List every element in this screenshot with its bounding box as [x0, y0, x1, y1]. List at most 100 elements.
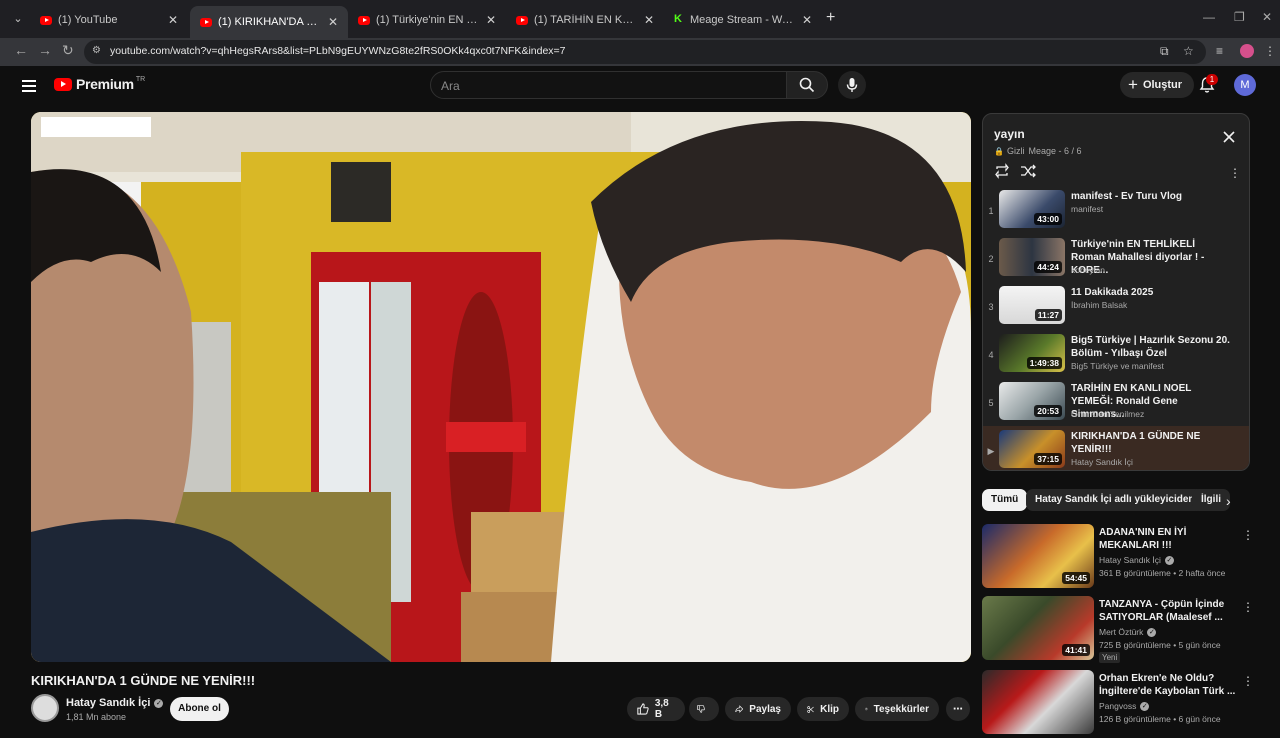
playlist-item-channel: İbrahim Balsak	[1071, 300, 1128, 310]
browser-profile-icon[interactable]	[1240, 44, 1254, 58]
playlist-item-current[interactable]: ▶ 37:15 KIRIKHAN'DA 1 GÜNDE NE YENİR!!! …	[983, 426, 1249, 470]
chip-all[interactable]: Tümü	[982, 489, 1028, 511]
tab-video-2[interactable]: (1) Türkiye'nin EN TEHLİKELİ Ro ✕	[348, 8, 506, 32]
playlist-item-index: 1	[988, 206, 994, 216]
create-label: Oluştur	[1142, 79, 1183, 91]
logo-country-code: TR	[135, 76, 146, 83]
tab-youtube-home[interactable]: (1) YouTube ✕	[30, 8, 188, 32]
bookmark-star-icon[interactable]: ☆	[1183, 44, 1194, 58]
playlist-item[interactable]: 4 1:49:38 Big5 Türkiye | Hazırlık Sezonu…	[983, 330, 1249, 378]
duration-badge: 44:24	[1034, 261, 1062, 273]
playlist-item[interactable]: 2 44:24 Türkiye'nin EN TEHLİKELİ Roman M…	[983, 234, 1249, 282]
more-vert-icon[interactable]: ⋮	[1242, 600, 1254, 614]
chip-from-uploader[interactable]: Hatay Sandık İçi adlı yükleyiciden	[1026, 489, 1204, 511]
super-thanks-icon: $	[865, 707, 868, 711]
account-avatar[interactable]: M	[1234, 74, 1256, 96]
back-icon[interactable]: ←	[14, 42, 28, 58]
recommended-video[interactable]: 54:45 ADANA'NIN EN İYİ MEKANLARI !!! Hat…	[982, 524, 1254, 592]
reload-icon[interactable]: ↻	[62, 42, 74, 59]
video-frame-image	[31, 112, 971, 662]
video-thumbnail: 54:45	[982, 524, 1094, 588]
url-text[interactable]: youtube.com/watch?v=qhHegsRArs8&list=PLb…	[110, 45, 566, 57]
loop-icon[interactable]	[994, 163, 1010, 179]
more-vert-icon[interactable]: ⋮	[1242, 528, 1254, 542]
like-button[interactable]: 3,8 B	[627, 697, 685, 721]
tab-current-video[interactable]: (1) KIRIKHAN'DA 1 GÜNDE NE ✕	[190, 6, 348, 38]
playlist-title[interactable]: yayın	[994, 127, 1025, 141]
shuffle-icon[interactable]	[1020, 163, 1036, 179]
search-input[interactable]: Ara	[430, 71, 787, 99]
chip-related[interactable]: İlgili	[1192, 489, 1230, 511]
channel-name[interactable]: Hatay Sandık İçi ✓	[66, 697, 164, 709]
search-icon	[799, 77, 815, 93]
address-bar[interactable]: ⚙ youtube.com/watch?v=qhHegsRArs8&list=P…	[84, 40, 1206, 64]
playlist-item-title: Big5 Türkiye | Hazırlık Sezonu 20. Bölüm…	[1071, 335, 1230, 359]
tab-video-3[interactable]: (1) TARİHİN EN KANLI NOEL YE ✕	[506, 8, 664, 32]
share-icon	[735, 705, 744, 713]
thanks-button[interactable]: $ Teşekkürler	[855, 697, 939, 721]
browser-menu-icon[interactable]: ⋮	[1264, 44, 1276, 58]
share-label: Paylaş	[749, 703, 781, 715]
youtube-premium-logo[interactable]: Premium TR	[54, 76, 145, 92]
playlist-item[interactable]: 5 20:53 TARİHİN EN KANLI NOEL YEMEĞİ: Ro…	[983, 378, 1249, 426]
tab-kick-stream[interactable]: Meage Stream - Watch Live on ✕	[664, 8, 822, 32]
channel-avatar[interactable]	[31, 694, 59, 722]
playlist-item-channel: manifest	[1071, 204, 1104, 214]
verified-icon: ✓	[1140, 701, 1150, 711]
site-info-icon[interactable]: ⚙	[92, 45, 104, 57]
playlist-item[interactable]: 1 43:00 manifest - Ev Turu Vlog manifest	[983, 186, 1249, 234]
more-horizontal-icon: ⋯	[953, 703, 963, 715]
subscribe-button[interactable]: Abone ol	[170, 697, 229, 721]
channel-name-text: Hatay Sandık İçi	[66, 697, 151, 709]
duration-badge: 41:41	[1062, 644, 1090, 656]
video-title: KIRIKHAN'DA 1 GÜNDE NE YENİR!!!	[31, 673, 256, 688]
cast-icon[interactable]: ⧉	[1160, 44, 1169, 59]
youtube-favicon-icon	[516, 15, 528, 25]
playlist-item-index: 4	[988, 350, 994, 360]
playlist-privacy: Gizli	[1006, 146, 1025, 156]
close-tab-icon[interactable]: ✕	[644, 13, 654, 27]
create-button[interactable]: + Oluştur	[1120, 72, 1195, 98]
playlist-thumbnail: 20:53	[999, 382, 1065, 420]
thumbs-down-icon	[697, 705, 705, 713]
clip-button[interactable]: Klip	[797, 697, 849, 721]
browser-toolbar: ← → ↻ ⚙ youtube.com/watch?v=qhHegsRArs8&…	[0, 38, 1280, 66]
recommended-title: ADANA'NIN EN İYİ MEKANLARI !!!	[1099, 527, 1187, 551]
tab-label: (1) KIRIKHAN'DA 1 GÜNDE NE	[218, 16, 320, 28]
playlist-item-channel: Hatay Sandık İçi	[1071, 457, 1133, 467]
maximize-icon[interactable]: ❐	[1234, 10, 1245, 24]
new-tab-button[interactable]: +	[826, 9, 835, 27]
media-control-icon[interactable]: ≡	[1216, 44, 1223, 58]
duration-badge: 37:15	[1034, 453, 1062, 465]
close-tab-icon[interactable]: ✕	[328, 15, 338, 29]
voice-search-button[interactable]	[838, 71, 866, 99]
dislike-button[interactable]	[689, 697, 719, 721]
playlist-thumbnail: 44:24	[999, 238, 1065, 276]
menu-icon[interactable]	[22, 80, 36, 92]
minimize-icon[interactable]: —	[1203, 10, 1215, 24]
close-tab-icon[interactable]: ✕	[486, 13, 496, 27]
playlist-item[interactable]: 3 11:27 11 Dakikada 2025 İbrahim Balsak	[983, 282, 1249, 330]
duration-badge: 20:53	[1034, 405, 1062, 417]
close-window-icon[interactable]: ✕	[1262, 10, 1272, 24]
close-tab-icon[interactable]: ✕	[802, 13, 812, 27]
more-vert-icon[interactable]: ⋮	[1242, 674, 1254, 688]
recommended-video[interactable]: Orhan Ekren'e Ne Oldu? İngiltere'de Kayb…	[982, 670, 1254, 738]
tab-search-icon[interactable]: ⌄	[8, 9, 28, 29]
recommended-video[interactable]: 41:41 TANZANYA - Çöpün İçinde SATIYORLAR…	[982, 596, 1254, 664]
close-tab-icon[interactable]: ✕	[168, 13, 178, 27]
recommended-channel: Hatay Sandık İçi ✓	[1099, 555, 1174, 565]
search-button[interactable]	[786, 71, 828, 99]
recommended-stats: 126 B görüntüleme • 6 gün önce	[1099, 714, 1221, 724]
close-icon[interactable]	[1222, 130, 1236, 144]
share-button[interactable]: Paylaş	[725, 697, 791, 721]
playlist-more-icon[interactable]: ⋮	[1229, 166, 1241, 180]
video-player[interactable]	[31, 112, 971, 662]
playlist-item-channel: Big5 Türkiye ve manifest	[1071, 361, 1164, 371]
playlist-item-channel: Onur Can Yenilmez	[1071, 409, 1145, 419]
more-actions-button[interactable]: ⋯	[946, 697, 970, 721]
chevron-right-icon[interactable]: ›	[1226, 493, 1231, 509]
forward-icon[interactable]: →	[38, 42, 52, 58]
recommended-channel-text: Mert Öztürk	[1099, 627, 1144, 637]
playlist-meta: 🔒 Gizli Meage - 6 / 6	[994, 146, 1082, 156]
